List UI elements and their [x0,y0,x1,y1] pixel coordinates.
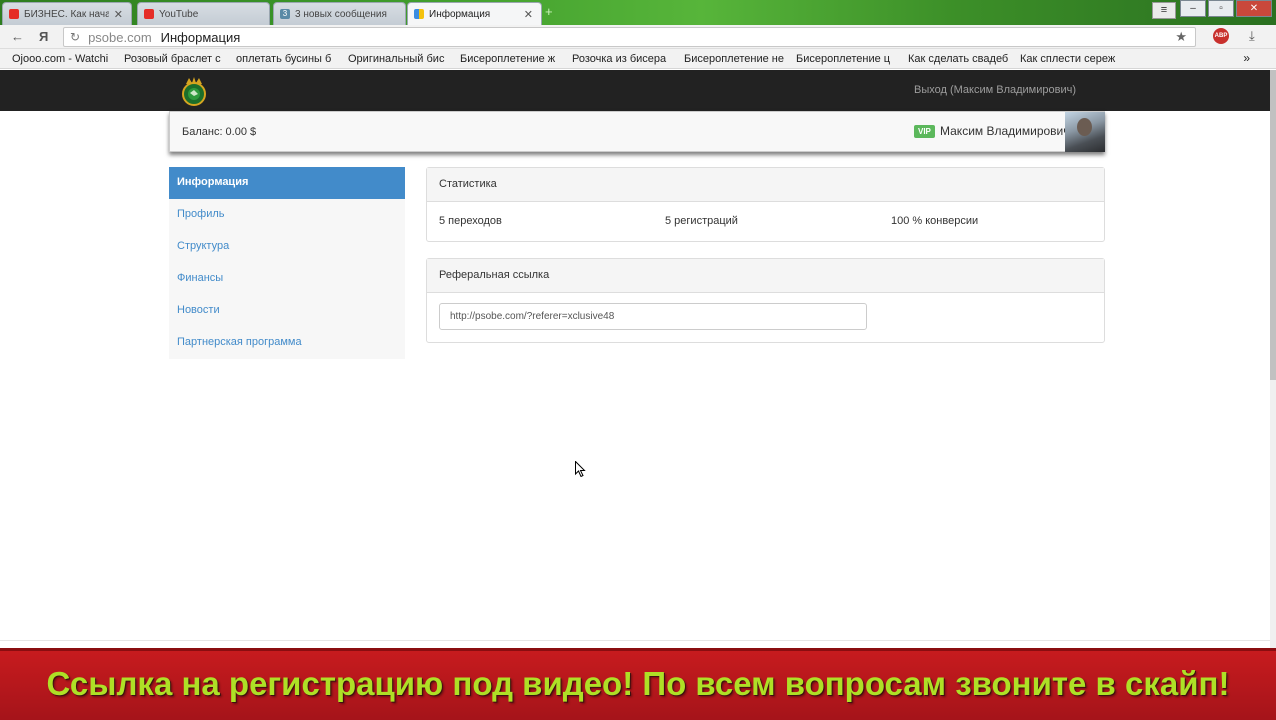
tab-label: 3 новых сообщения [295,8,387,20]
sidebar-item-profil[interactable]: Профиль [169,199,405,231]
bookmark-item[interactable]: Бисероплетение не [684,53,796,65]
user-balance-bar: Баланс: 0.00 $ VIP Максим Владимирович [169,111,1105,152]
statistics-title: Статистика [427,168,1104,202]
close-window-icon[interactable]: ✕ [1236,0,1272,17]
balance-label: Баланс: 0.00 $ [182,126,257,138]
logout-link[interactable]: Выход (Максим Владимирович) [914,84,1076,96]
tab-label: YouTube [159,8,199,20]
download-icon[interactable]: ⤓ [1249,28,1255,44]
sidebar-item-struktura[interactable]: Структура [169,231,405,263]
statistics-panel: Статистика 5 переходов 5 регистраций 100… [426,167,1105,242]
sidebar-nav: Информация Профиль Структура Финансы Нов… [169,167,405,359]
bookmark-item[interactable]: оплетать бусины б [236,53,348,65]
bookmark-item[interactable]: Розовый браслет с [124,53,236,65]
tab-messages[interactable]: 3 3 новых сообщения [273,2,406,25]
bookmark-item[interactable]: Оригинальный бис [348,53,460,65]
referral-link-field[interactable]: http://psobe.com/?referer=xclusive48 [439,303,867,330]
avatar[interactable] [1065,112,1105,152]
bookmarks-more-icon[interactable]: » [1243,51,1250,65]
referral-title: Реферальная ссылка [427,259,1104,293]
youtube-icon [144,9,154,19]
maximize-icon[interactable]: ▫ [1208,0,1234,17]
stat-clicks: 5 переходов [439,215,502,227]
message-icon: 3 [280,9,290,19]
url-title: Информация [160,29,241,45]
youtube-icon [9,9,19,19]
back-arrow-icon[interactable]: ← [11,29,24,44]
close-tab-icon[interactable]: ✕ [114,8,123,21]
bookmark-item[interactable]: Как сплести сереж [1020,53,1132,65]
mouse-cursor-icon [575,461,586,477]
vip-badge: VIP [914,125,935,138]
promo-banner-text: Ссылка на регистрацию под видео! По всем… [46,665,1230,702]
tab-label: Информация [429,8,491,20]
bookmarks-bar: Ojooo.com - Watchi Розовый браслет с опл… [0,49,1276,69]
site-icon [414,9,424,19]
reload-icon[interactable]: ↻ [70,30,80,44]
sidebar-item-novosti[interactable]: Новости [169,295,405,327]
url-domain: psobe.com [88,29,152,45]
referral-panel: Реферальная ссылка http://psobe.com/?ref… [426,258,1105,343]
footer-divider [0,640,1270,641]
adblock-icon[interactable]: ABP [1213,28,1229,44]
sidebar-item-finansy[interactable]: Финансы [169,263,405,295]
window-controls: – ▫ ✕ [1180,0,1272,17]
bookmark-item[interactable]: Бисероплетение ц [796,53,908,65]
tab-label: БИЗНЕС. Как начать [24,8,109,20]
bookmark-item[interactable]: Бисероплетение ж [460,53,572,65]
bookmark-item[interactable]: Розочка из бисера [572,53,684,65]
referral-body: http://psobe.com/?referer=xclusive48 [427,293,1104,343]
new-tab-icon[interactable]: + [545,5,559,18]
stat-conversion: 100 % конверсии [891,215,979,227]
statistics-body: 5 переходов 5 регистраций 100 % конверси… [427,202,1104,242]
menu-icon[interactable]: ≡ [1152,2,1176,19]
star-icon[interactable]: ★ [1175,29,1187,45]
yandex-icon[interactable]: Я [39,29,48,44]
tab-informatsiya[interactable]: Информация ✕ [407,2,542,25]
tab-biznes[interactable]: БИЗНЕС. Как начать ✕ [2,2,132,25]
tab-youtube[interactable]: YouTube [137,2,270,25]
browser-toolbar: ← Я ↻ psobe.com Информация ★ ABP ⤓ [0,25,1276,49]
stat-registrations: 5 регистраций [665,215,738,227]
close-tab-icon[interactable]: ✕ [524,8,533,21]
site-header: Выход (Максим Владимирович) [0,70,1270,111]
sidebar-item-informatsiya[interactable]: Информация [169,167,405,199]
promo-banner: Ссылка на регистрацию под видео! По всем… [0,648,1276,720]
bookmark-item[interactable]: Ojooo.com - Watchi [12,53,124,65]
scrollbar-thumb[interactable] [1270,70,1276,380]
address-bar[interactable]: ↻ psobe.com Информация ★ [63,27,1196,47]
username[interactable]: Максим Владимирович [940,124,1070,138]
site-logo-icon[interactable] [181,76,207,106]
page-scrollbar[interactable] [1270,70,1276,648]
minimize-icon[interactable]: – [1180,0,1206,17]
browser-tab-strip: БИЗНЕС. Как начать ✕ YouTube 3 3 новых с… [0,0,1276,25]
sidebar-item-partnerskaya[interactable]: Партнерская программа [169,327,405,359]
bookmark-item[interactable]: Как сделать свадеб [908,53,1020,65]
avatar-face [1077,118,1092,136]
